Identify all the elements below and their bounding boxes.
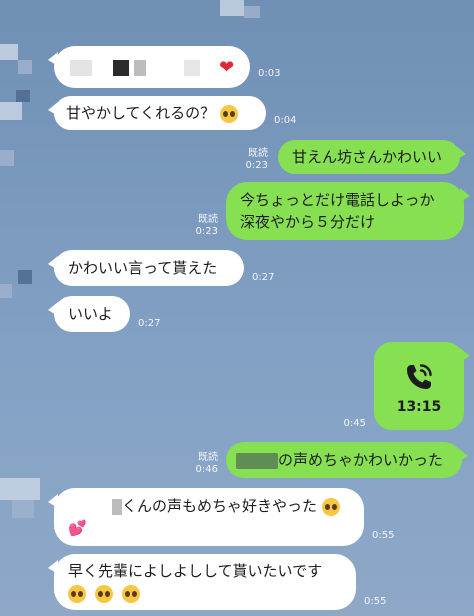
call-duration: 13:15 bbox=[396, 399, 442, 415]
message-bubble-outgoing[interactable]: の声めちゃかわいかった bbox=[226, 442, 468, 478]
message-bubble-outgoing[interactable]: 今ちょっとだけ電話しよっか 深夜やから５分だけ bbox=[226, 182, 470, 240]
message-time: 0:55 bbox=[364, 596, 387, 607]
redacted-block bbox=[112, 59, 129, 76]
message-time: 0:55 bbox=[372, 530, 395, 541]
message-text: 甘やかしてくれるの？ bbox=[66, 104, 216, 122]
avatar-fragment bbox=[0, 284, 12, 298]
message-time: 0:03 bbox=[258, 68, 281, 79]
message-bubble-incoming[interactable]: 甘やかしてくれるの？ bbox=[48, 96, 266, 130]
avatar-fragment bbox=[244, 6, 260, 18]
read-receipt: 既読 bbox=[198, 214, 218, 225]
message-text: 甘えん坊さんかわいい bbox=[292, 148, 443, 166]
read-receipt: 既読 bbox=[248, 148, 268, 159]
call-bubble[interactable]: 13:15 bbox=[374, 342, 470, 430]
redacted-block bbox=[236, 452, 278, 469]
message-text: の声めちゃかわいかった bbox=[278, 451, 444, 469]
avatar-fragment bbox=[0, 150, 14, 166]
pleading-face-emoji bbox=[219, 104, 238, 123]
message-bubble-outgoing[interactable]: 甘えん坊さんかわいい bbox=[278, 140, 466, 174]
chat-view: ❤ 0:03 甘やかしてくれるの？ 0:04 既読 0:23 甘えん坊さんかわい… bbox=[0, 0, 474, 616]
avatar-fragment bbox=[18, 270, 32, 284]
message-bubble-incoming[interactable]: ❤ bbox=[48, 46, 250, 88]
redacted-block bbox=[70, 59, 92, 76]
avatar-fragment bbox=[220, 0, 244, 16]
avatar-fragment bbox=[0, 102, 22, 120]
message-time: 0:23 bbox=[195, 226, 218, 237]
message-bubble-incoming[interactable]: かわいい言って貰えた bbox=[48, 250, 244, 286]
message-bubble-incoming[interactable]: 早く先輩によしよしして貰いたいです bbox=[48, 554, 356, 610]
message-time: 0:46 bbox=[195, 464, 218, 475]
two-hearts-emoji: 💕 bbox=[68, 519, 87, 537]
avatar-fragment bbox=[16, 90, 30, 102]
read-receipt: 既読 bbox=[198, 452, 218, 463]
message-text-line: 深夜やから５分だけ bbox=[240, 213, 376, 231]
message-bubble-incoming[interactable]: いいよ bbox=[48, 296, 130, 332]
message-text: 早く先輩によしよしして貰いたいです bbox=[68, 562, 323, 580]
pleading-face-emoji bbox=[94, 584, 113, 603]
message-text: かわいい言って貰えた bbox=[68, 259, 218, 277]
message-text: くんの声もめちゃ好きやった bbox=[122, 497, 318, 515]
avatar-fragment bbox=[0, 44, 18, 60]
avatar-fragment bbox=[18, 60, 32, 74]
message-time: 0:27 bbox=[138, 318, 161, 329]
redacted-block bbox=[184, 59, 201, 76]
message-time: 0:04 bbox=[274, 115, 297, 126]
phone-call-icon bbox=[407, 364, 432, 389]
message-text: いいよ bbox=[68, 305, 113, 323]
message-bubble-incoming[interactable]: くんの声もめちゃ好きやった 💕 bbox=[48, 488, 364, 546]
message-time: 0:23 bbox=[245, 160, 268, 171]
avatar-fragment bbox=[12, 500, 34, 518]
pleading-face-emoji bbox=[68, 584, 86, 603]
message-time: 0:27 bbox=[252, 272, 275, 283]
message-time: 0:45 bbox=[343, 418, 366, 429]
pleading-face-emoji bbox=[321, 497, 340, 516]
pleading-face-emoji bbox=[121, 584, 140, 603]
redacted-block bbox=[133, 59, 146, 76]
red-heart-emoji: ❤ bbox=[219, 56, 235, 78]
avatar-fragment bbox=[0, 478, 40, 500]
message-text-line: 今ちょっとだけ電話しよっか bbox=[240, 191, 435, 209]
redacted-block bbox=[112, 498, 122, 515]
